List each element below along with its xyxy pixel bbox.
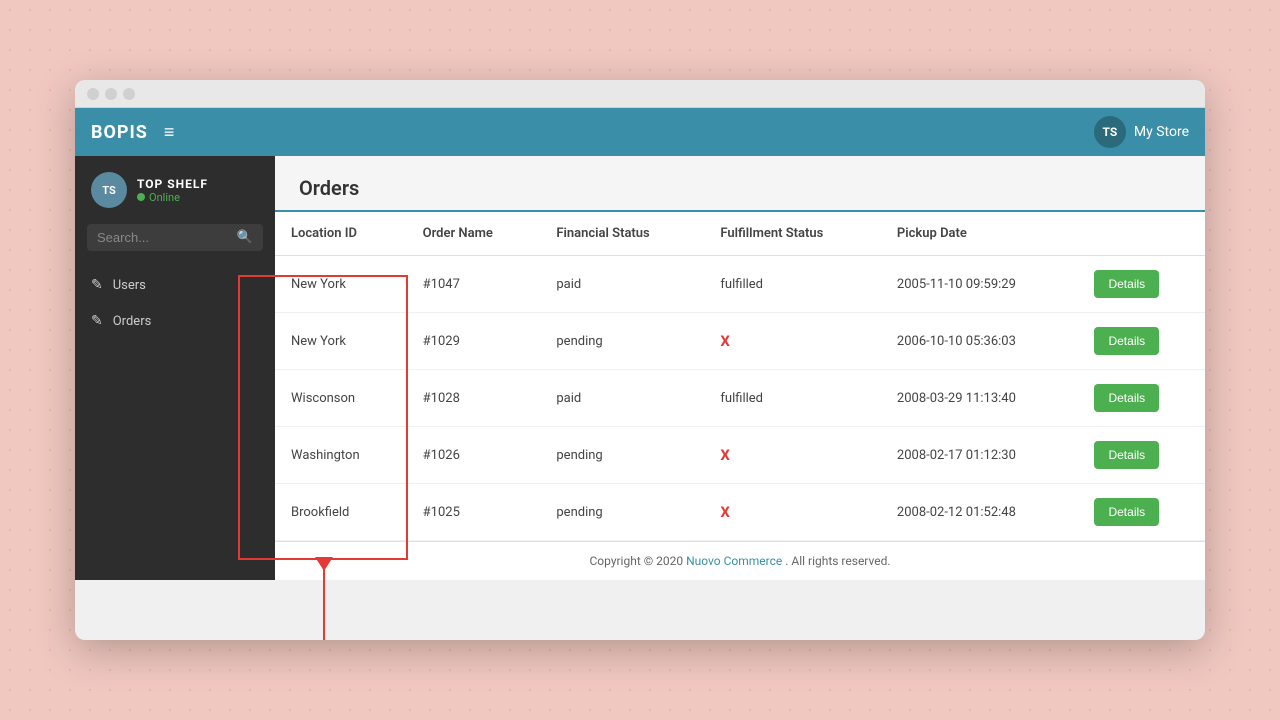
sidebar-store-info: TOP SHELF Online [137,177,208,204]
table-wrapper: Location ID Order Name Financial Status … [275,212,1205,541]
browser-dot-green [123,88,135,100]
sidebar-item-users-label: Users [113,278,146,293]
cell-location: New York [275,256,407,313]
cell-pickup-date: 2006-10-10 05:36:03 [881,313,1079,370]
page-header: Orders [275,156,1205,212]
cell-actions: Details [1078,427,1205,484]
orders-table: Location ID Order Name Financial Status … [275,212,1205,541]
sidebar-store-name: TOP SHELF [137,177,208,191]
hamburger-icon[interactable]: ≡ [164,122,175,143]
table-row: Wisconson#1028paidfulfilled2008-03-29 11… [275,370,1205,427]
footer-text: Copyright © 2020 [589,554,686,568]
col-location-id: Location ID [275,212,407,256]
cell-fulfillment-status: X [704,427,881,484]
table-row: Brookfield#1025pending X 2008-02-12 01:52:… [275,484,1205,541]
cell-pickup-date: 2008-03-29 11:13:40 [881,370,1079,427]
cell-location: Washington [275,427,407,484]
cell-financial-status: pending [540,427,704,484]
browser-titlebar [75,80,1205,108]
cell-order-name: #1028 [407,370,541,427]
sidebar: TS TOP SHELF Online 🔍 ✎ Users [75,156,275,580]
sidebar-item-orders-label: Orders [113,314,152,329]
details-button[interactable]: Details [1094,384,1159,412]
search-input[interactable] [97,230,231,245]
avatar: TS [1094,116,1126,148]
cell-order-name: #1047 [407,256,541,313]
cell-pickup-date: 2008-02-12 01:52:48 [881,484,1079,541]
table-row: Washington#1026pending X 2008-02-17 01:12:… [275,427,1205,484]
sidebar-avatar: TS [91,172,127,208]
cell-location: Wisconson [275,370,407,427]
cell-order-name: #1029 [407,313,541,370]
store-name-label: My Store [1134,124,1189,140]
cell-pickup-date: 2005-11-10 09:59:29 [881,256,1079,313]
footer-text-end: . All rights reserved. [785,554,890,568]
table-row: New York#1047paidfulfilled2005-11-10 09:… [275,256,1205,313]
col-pickup-date: Pickup Date [881,212,1079,256]
orders-tbody: New York#1047paidfulfilled2005-11-10 09:… [275,256,1205,541]
cell-pickup-date: 2008-02-17 01:12:30 [881,427,1079,484]
footer: Copyright © 2020 Nuovo Commerce . All ri… [275,541,1205,580]
col-fulfillment-status: Fulfillment Status [704,212,881,256]
cell-fulfillment-status: X [704,484,881,541]
cell-order-name: #1025 [407,484,541,541]
table-header: Location ID Order Name Financial Status … [275,212,1205,256]
details-button[interactable]: Details [1094,441,1159,469]
sidebar-profile: TS TOP SHELF Online [75,172,275,224]
status-x-icon: X [720,332,730,350]
status-dot [137,193,145,201]
app-title: BOPIS [91,122,148,143]
users-icon: ✎ [91,277,103,293]
status-text: Online [149,191,180,204]
details-button[interactable]: Details [1094,327,1159,355]
search-icon: 🔍 [237,230,253,245]
cell-financial-status: paid [540,370,704,427]
sidebar-item-orders[interactable]: ✎ Orders [75,303,275,339]
content-area: Orders Location ID Order Name Financial … [275,156,1205,580]
main-layout: TS TOP SHELF Online 🔍 ✎ Users [75,156,1205,580]
top-nav-right: TS My Store [1094,116,1189,148]
cell-fulfillment-status: fulfilled [704,256,881,313]
col-financial-status: Financial Status [540,212,704,256]
cell-actions: Details [1078,256,1205,313]
cell-actions: Details [1078,370,1205,427]
cell-location: New York [275,313,407,370]
cell-financial-status: paid [540,256,704,313]
cell-order-name: #1026 [407,427,541,484]
cell-financial-status: pending [540,484,704,541]
top-nav-left: BOPIS ≡ [91,122,174,143]
cell-actions: Details [1078,313,1205,370]
page-title: Orders [299,176,1181,200]
browser-dot-yellow [105,88,117,100]
cell-financial-status: pending [540,313,704,370]
cell-actions: Details [1078,484,1205,541]
status-x-icon: X [720,446,730,464]
sidebar-status: Online [137,191,208,204]
sidebar-item-users[interactable]: ✎ Users [75,267,275,303]
sidebar-search[interactable]: 🔍 [87,224,263,251]
cell-location: Brookfield [275,484,407,541]
cell-fulfillment-status: X [704,313,881,370]
col-actions [1078,212,1205,256]
col-order-name: Order Name [407,212,541,256]
top-nav: BOPIS ≡ TS My Store [75,108,1205,156]
details-button[interactable]: Details [1094,498,1159,526]
cell-fulfillment-status: fulfilled [704,370,881,427]
browser-dot-red [87,88,99,100]
orders-icon: ✎ [91,313,103,329]
details-button[interactable]: Details [1094,270,1159,298]
status-x-icon: X [720,503,730,521]
table-row: New York#1029pending X 2006-10-10 05:36:03… [275,313,1205,370]
footer-link[interactable]: Nuovo Commerce [686,554,782,568]
